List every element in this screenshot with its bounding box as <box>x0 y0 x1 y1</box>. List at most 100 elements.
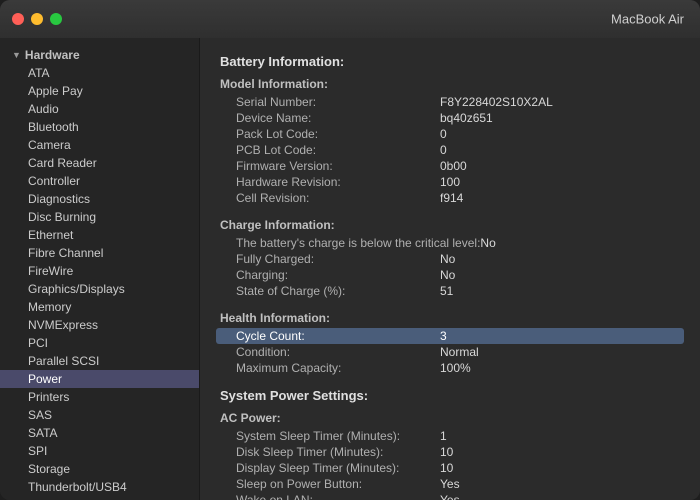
below-critical-row: The battery's charge is below the critic… <box>220 235 680 251</box>
state-of-charge-value: 51 <box>440 284 453 298</box>
cell-rev-label: Cell Revision: <box>220 191 440 205</box>
detail-pane: Battery Information: Model Information: … <box>200 38 700 500</box>
device-name-row: Device Name: bq40z651 <box>220 110 680 126</box>
sidebar-item-parallelscsi[interactable]: Parallel SCSI <box>0 352 199 370</box>
condition-row: Condition: Normal <box>220 344 680 360</box>
serial-number-row: Serial Number: F8Y228402S10X2AL <box>220 94 680 110</box>
ac-power-group: AC Power: System Sleep Timer (Minutes): … <box>220 411 680 500</box>
disk-sleep-label: Disk Sleep Timer (Minutes): <box>220 445 440 459</box>
device-name-label: Device Name: <box>220 111 440 125</box>
sidebar-item-nvmexpress[interactable]: NVMExpress <box>0 316 199 334</box>
sidebar-section-hardware[interactable]: ▼ Hardware <box>0 44 199 64</box>
health-info-label: Health Information: <box>220 311 680 325</box>
below-critical-label: The battery's charge is below the critic… <box>220 236 480 250</box>
display-sleep-label: Display Sleep Timer (Minutes): <box>220 461 440 475</box>
model-info-group: Model Information: Serial Number: F8Y228… <box>220 77 680 206</box>
firmware-value: 0b00 <box>440 159 467 173</box>
sidebar-item-power[interactable]: Power <box>0 370 199 388</box>
window-title: MacBook Air <box>611 12 684 27</box>
minimize-button[interactable] <box>31 13 43 25</box>
serial-number-label: Serial Number: <box>220 95 440 109</box>
fully-charged-label: Fully Charged: <box>220 252 440 266</box>
hardware-label: Hardware <box>25 48 80 62</box>
cycle-count-label: Cycle Count: <box>220 329 440 343</box>
sleep-on-power-row: Sleep on Power Button: Yes <box>220 476 680 492</box>
charging-value: No <box>440 268 455 282</box>
firmware-label: Firmware Version: <box>220 159 440 173</box>
sidebar: ▼ Hardware ATAApple PayAudioBluetoothCam… <box>0 38 200 500</box>
fully-charged-row: Fully Charged: No <box>220 251 680 267</box>
sidebar-item-usb[interactable]: USB <box>0 496 199 500</box>
state-of-charge-label: State of Charge (%): <box>220 284 440 298</box>
sidebar-item-applepay[interactable]: Apple Pay <box>0 82 199 100</box>
sidebar-item-audio[interactable]: Audio <box>0 100 199 118</box>
chevron-down-icon: ▼ <box>12 50 21 60</box>
device-name-value: bq40z651 <box>440 111 493 125</box>
sidebar-item-pci[interactable]: PCI <box>0 334 199 352</box>
sidebar-item-discburning[interactable]: Disc Burning <box>0 208 199 226</box>
health-info-group: Health Information: Cycle Count: 3 Condi… <box>220 311 680 376</box>
titlebar: MacBook Air <box>0 0 700 38</box>
sidebar-item-spi[interactable]: SPI <box>0 442 199 460</box>
battery-heading: Battery Information: <box>220 54 680 69</box>
cell-rev-row: Cell Revision: f914 <box>220 190 680 206</box>
pcb-lot-value: 0 <box>440 143 447 157</box>
charge-info-label: Charge Information: <box>220 218 680 232</box>
display-sleep-row: Display Sleep Timer (Minutes): 10 <box>220 460 680 476</box>
pack-lot-label: Pack Lot Code: <box>220 127 440 141</box>
hardware-rev-row: Hardware Revision: 100 <box>220 174 680 190</box>
system-power-heading: System Power Settings: <box>220 388 680 403</box>
max-capacity-value: 100% <box>440 361 471 375</box>
pcb-lot-label: PCB Lot Code: <box>220 143 440 157</box>
sleep-on-power-value: Yes <box>440 477 460 491</box>
maximize-button[interactable] <box>50 13 62 25</box>
wake-on-lan-row: Wake on LAN: Yes <box>220 492 680 500</box>
sidebar-item-storage[interactable]: Storage <box>0 460 199 478</box>
sidebar-item-camera[interactable]: Camera <box>0 136 199 154</box>
hardware-rev-value: 100 <box>440 175 460 189</box>
sidebar-item-printers[interactable]: Printers <box>0 388 199 406</box>
max-capacity-row: Maximum Capacity: 100% <box>220 360 680 376</box>
charging-label: Charging: <box>220 268 440 282</box>
pcb-lot-row: PCB Lot Code: 0 <box>220 142 680 158</box>
fully-charged-value: No <box>440 252 455 266</box>
hardware-rev-label: Hardware Revision: <box>220 175 440 189</box>
sidebar-item-diagnostics[interactable]: Diagnostics <box>0 190 199 208</box>
main-content: ▼ Hardware ATAApple PayAudioBluetoothCam… <box>0 38 700 500</box>
sidebar-item-sata[interactable]: SATA <box>0 424 199 442</box>
sidebar-item-memory[interactable]: Memory <box>0 298 199 316</box>
serial-number-value: F8Y228402S10X2AL <box>440 95 553 109</box>
traffic-lights <box>12 13 62 25</box>
max-capacity-label: Maximum Capacity: <box>220 361 440 375</box>
disk-sleep-value: 10 <box>440 445 453 459</box>
cycle-count-container: Cycle Count: 3 <box>220 328 680 344</box>
state-of-charge-row: State of Charge (%): 51 <box>220 283 680 299</box>
sidebar-item-fibrechannel[interactable]: Fibre Channel <box>0 244 199 262</box>
sidebar-item-ethernet[interactable]: Ethernet <box>0 226 199 244</box>
cell-rev-value: f914 <box>440 191 463 205</box>
wake-on-lan-value: Yes <box>440 493 460 500</box>
sidebar-item-firewire[interactable]: FireWire <box>0 262 199 280</box>
sidebar-item-graphicsdisplays[interactable]: Graphics/Displays <box>0 280 199 298</box>
cycle-count-row: Cycle Count: 3 <box>216 328 684 344</box>
system-sleep-value: 1 <box>440 429 447 443</box>
system-sleep-label: System Sleep Timer (Minutes): <box>220 429 440 443</box>
sidebar-item-ata[interactable]: ATA <box>0 64 199 82</box>
system-information-window: MacBook Air ▼ Hardware ATAApple PayAudio… <box>0 0 700 500</box>
sleep-on-power-label: Sleep on Power Button: <box>220 477 440 491</box>
sidebar-item-bluetooth[interactable]: Bluetooth <box>0 118 199 136</box>
condition-value: Normal <box>440 345 479 359</box>
disk-sleep-row: Disk Sleep Timer (Minutes): 10 <box>220 444 680 460</box>
close-button[interactable] <box>12 13 24 25</box>
model-info-label: Model Information: <box>220 77 680 91</box>
sidebar-item-sas[interactable]: SAS <box>0 406 199 424</box>
wake-on-lan-label: Wake on LAN: <box>220 493 440 500</box>
sidebar-item-controller[interactable]: Controller <box>0 172 199 190</box>
pack-lot-row: Pack Lot Code: 0 <box>220 126 680 142</box>
charging-row: Charging: No <box>220 267 680 283</box>
charge-info-group: Charge Information: The battery's charge… <box>220 218 680 299</box>
sidebar-item-thunderboltusb4[interactable]: Thunderbolt/USB4 <box>0 478 199 496</box>
sidebar-item-cardreader[interactable]: Card Reader <box>0 154 199 172</box>
firmware-row: Firmware Version: 0b00 <box>220 158 680 174</box>
pack-lot-value: 0 <box>440 127 447 141</box>
